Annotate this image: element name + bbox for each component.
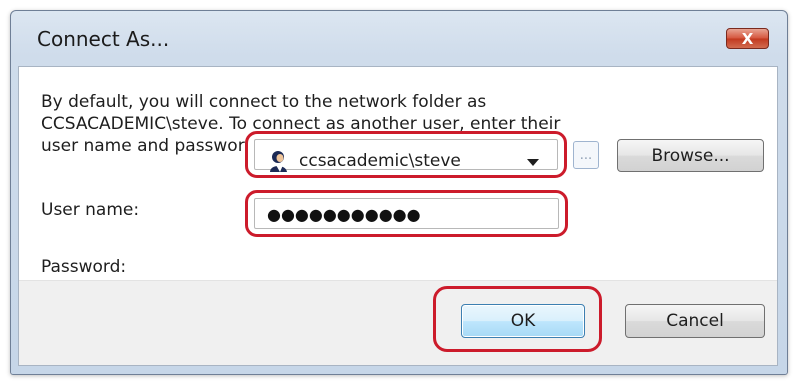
close-icon: X <box>741 29 754 48</box>
chevron-down-icon[interactable] <box>527 159 539 166</box>
browse-button[interactable]: Browse... <box>617 139 764 172</box>
password-label: Password: <box>41 257 127 277</box>
ellipsis-button[interactable]: ... <box>573 141 599 169</box>
dialog-title: Connect As... <box>37 27 170 51</box>
user-name-value: ccsacademic\steve <box>299 151 461 171</box>
user-name-label: User name: <box>41 200 140 220</box>
close-button[interactable]: X <box>726 28 769 49</box>
user-icon <box>270 151 287 172</box>
password-field[interactable]: ●●●●●●●●●●● <box>245 190 568 237</box>
password-value: ●●●●●●●●●●● <box>267 205 421 224</box>
ok-button[interactable]: OK <box>461 304 585 338</box>
title-bar: Connect As... X <box>11 11 787 67</box>
user-name-combobox[interactable]: ccsacademic\steve <box>245 131 567 178</box>
cancel-button[interactable]: Cancel <box>625 304 765 338</box>
